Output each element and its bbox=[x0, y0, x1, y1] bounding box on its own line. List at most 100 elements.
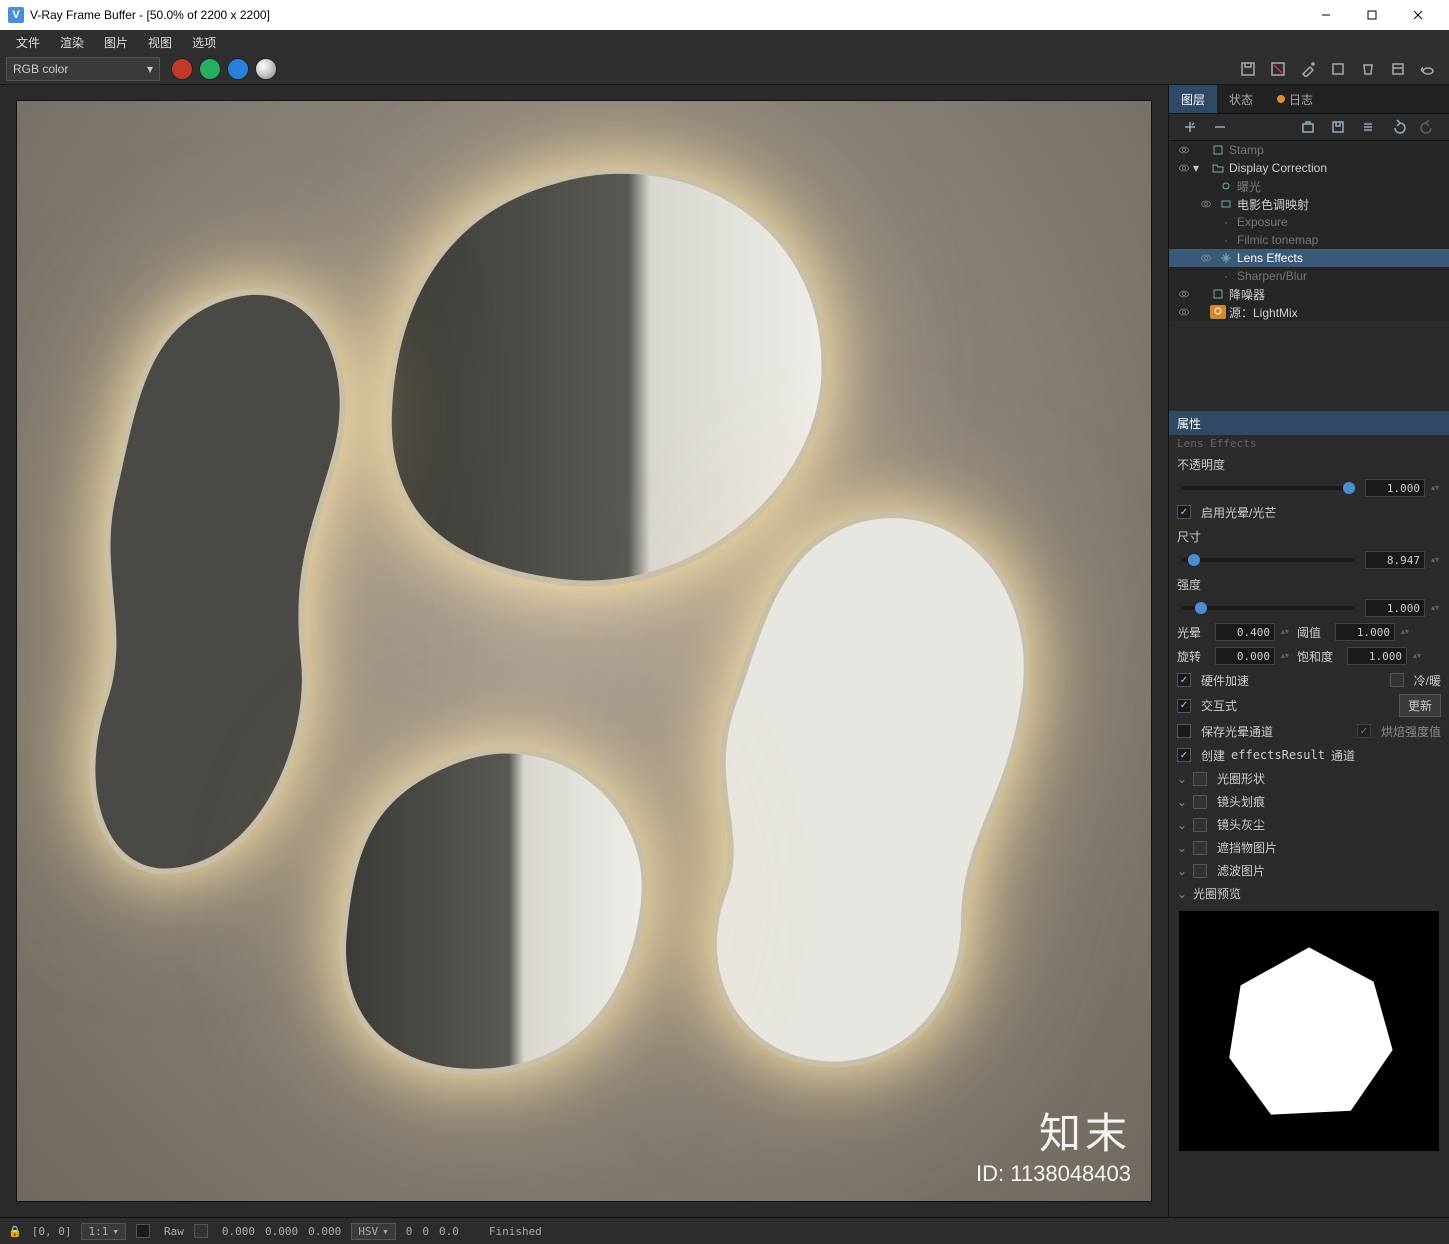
channel-green-button[interactable] bbox=[199, 58, 221, 80]
layer-lightmix[interactable]: 源：LightMix bbox=[1169, 303, 1449, 321]
lens-dust-checkbox[interactable] bbox=[1193, 818, 1207, 832]
eye-icon[interactable] bbox=[1197, 252, 1215, 264]
hw-accel-checkbox[interactable] bbox=[1177, 673, 1191, 687]
save-image-button[interactable] bbox=[1235, 58, 1261, 80]
intensity-value[interactable]: 1.000 bbox=[1365, 599, 1425, 617]
undo-button[interactable] bbox=[1385, 116, 1411, 138]
saturation-value[interactable]: 1.000 bbox=[1347, 647, 1407, 665]
eye-icon[interactable] bbox=[1175, 306, 1193, 318]
menu-file[interactable]: 文件 bbox=[6, 31, 50, 54]
render-viewport[interactable]: 知末 ID: 1138048403 bbox=[0, 85, 1168, 1217]
spinner-icon[interactable]: ▴▾ bbox=[1401, 628, 1411, 636]
spinner-icon[interactable]: ▴▾ bbox=[1431, 556, 1441, 564]
teapot-button[interactable] bbox=[1415, 58, 1441, 80]
spinner-icon[interactable]: ▴▾ bbox=[1431, 484, 1441, 492]
add-layer-button[interactable] bbox=[1177, 116, 1203, 138]
enable-glare-checkbox[interactable] bbox=[1177, 505, 1191, 519]
redo-button[interactable] bbox=[1415, 116, 1441, 138]
pick-color-button[interactable] bbox=[1295, 58, 1321, 80]
layer-film-color[interactable]: 电影色调映射 bbox=[1169, 195, 1449, 213]
update-button[interactable]: 更新 bbox=[1399, 694, 1441, 717]
tab-log[interactable]: 日志 bbox=[1265, 85, 1325, 113]
eye-icon[interactable] bbox=[1175, 144, 1193, 156]
iris-shape-checkbox[interactable] bbox=[1193, 772, 1207, 786]
side-tabs: 图层 状态 日志 bbox=[1169, 85, 1449, 114]
layer-filmic[interactable]: · Filmic tonemap bbox=[1169, 231, 1449, 249]
acc-lens-scratches[interactable]: ⌄镜头划痕 bbox=[1169, 790, 1449, 813]
cold-warm-checkbox[interactable] bbox=[1390, 673, 1404, 687]
acc-iris-preview[interactable]: ⌄光圈预览 bbox=[1169, 882, 1449, 905]
hw-row: 硬件加速 冷/暖 bbox=[1169, 668, 1449, 692]
tab-status[interactable]: 状态 bbox=[1217, 85, 1265, 113]
layer-exposure-en[interactable]: · Exposure bbox=[1169, 213, 1449, 231]
lock-icon[interactable]: 🔒 bbox=[8, 1225, 22, 1238]
glare-threshold-row: 光晕 0.400▴▾ 阈值 1.000▴▾ bbox=[1169, 620, 1449, 644]
layer-lens-effects[interactable]: Lens Effects bbox=[1169, 249, 1449, 267]
zoom-ratio-dropdown[interactable]: 1:1 ▾ bbox=[81, 1223, 126, 1240]
save-all-button[interactable] bbox=[1265, 58, 1291, 80]
spinner-icon[interactable]: ▴▾ bbox=[1413, 652, 1423, 660]
acc-obstacle-img[interactable]: ⌄遮挡物图片 bbox=[1169, 836, 1449, 859]
bake-intensity-checkbox[interactable] bbox=[1357, 724, 1371, 738]
glare-value[interactable]: 0.400 bbox=[1215, 623, 1275, 641]
delete-layer-button[interactable] bbox=[1207, 116, 1233, 138]
history-button[interactable] bbox=[1385, 58, 1411, 80]
raw-checkbox[interactable] bbox=[136, 1224, 150, 1238]
tab-layers[interactable]: 图层 bbox=[1169, 85, 1217, 113]
maximize-button[interactable] bbox=[1349, 0, 1395, 30]
spinner-icon[interactable]: ▴▾ bbox=[1431, 604, 1441, 612]
colorspace-value: HSV bbox=[358, 1225, 378, 1238]
channel-red-button[interactable] bbox=[171, 58, 193, 80]
filter-img-checkbox[interactable] bbox=[1193, 864, 1207, 878]
menu-options[interactable]: 选项 bbox=[182, 31, 226, 54]
region-render-button[interactable] bbox=[1325, 58, 1351, 80]
channel-blue-button[interactable] bbox=[227, 58, 249, 80]
bucket-button[interactable] bbox=[1355, 58, 1381, 80]
acc-label: 遮挡物图片 bbox=[1217, 839, 1277, 856]
save-preset-button[interactable] bbox=[1325, 116, 1351, 138]
menu-image[interactable]: 图片 bbox=[94, 31, 138, 54]
layer-label: Display Correction bbox=[1229, 161, 1327, 175]
render-status: Finished bbox=[489, 1225, 542, 1238]
rotation-value[interactable]: 0.000 bbox=[1215, 647, 1275, 665]
acc-lens-dust[interactable]: ⌄镜头灰尘 bbox=[1169, 813, 1449, 836]
size-slider[interactable] bbox=[1181, 558, 1355, 562]
channel-alpha-button[interactable] bbox=[255, 58, 277, 80]
spinner-icon[interactable]: ▴▾ bbox=[1281, 652, 1291, 660]
save-glare-checkbox[interactable] bbox=[1177, 724, 1191, 738]
acc-filter-img[interactable]: ⌄滤波图片 bbox=[1169, 859, 1449, 882]
opacity-value[interactable]: 1.000 bbox=[1365, 479, 1425, 497]
layer-display-correction[interactable]: ▾ Display Correction bbox=[1169, 159, 1449, 177]
create-channel-checkbox[interactable] bbox=[1177, 748, 1191, 762]
opacity-slider[interactable] bbox=[1181, 486, 1355, 490]
opacity-slider-row: 1.000 ▴▾ bbox=[1169, 476, 1449, 500]
obstacle-img-checkbox[interactable] bbox=[1193, 841, 1207, 855]
layer-exposure-cn[interactable]: 曝光 bbox=[1169, 177, 1449, 195]
menu-view[interactable]: 视图 bbox=[138, 31, 182, 54]
v-value: 0.0 bbox=[439, 1225, 459, 1238]
list-button[interactable] bbox=[1355, 116, 1381, 138]
eye-icon[interactable] bbox=[1197, 198, 1215, 210]
swatch-icon[interactable] bbox=[194, 1224, 208, 1238]
acc-iris-shape[interactable]: ⌄光圈形状 bbox=[1169, 767, 1449, 790]
size-value[interactable]: 8.947 bbox=[1365, 551, 1425, 569]
threshold-value[interactable]: 1.000 bbox=[1335, 623, 1395, 641]
layer-denoiser[interactable]: 降噪器 bbox=[1169, 285, 1449, 303]
size-label-row: 尺寸 bbox=[1169, 524, 1449, 548]
size-label: 尺寸 bbox=[1177, 528, 1201, 545]
eye-icon[interactable] bbox=[1175, 288, 1193, 300]
interactive-checkbox[interactable] bbox=[1177, 699, 1191, 713]
colorspace-dropdown[interactable]: HSV ▾ bbox=[351, 1223, 396, 1240]
channel-dropdown[interactable]: RGB color ▾ bbox=[6, 57, 160, 81]
spinner-icon[interactable]: ▴▾ bbox=[1281, 628, 1291, 636]
menu-render[interactable]: 渲染 bbox=[50, 31, 94, 54]
main-body: 知末 ID: 1138048403 图层 状态 日志 bbox=[0, 85, 1449, 1217]
intensity-slider[interactable] bbox=[1181, 606, 1355, 610]
layer-stamp[interactable]: Stamp bbox=[1169, 141, 1449, 159]
close-button[interactable] bbox=[1395, 0, 1441, 30]
minimize-button[interactable] bbox=[1303, 0, 1349, 30]
load-preset-button[interactable] bbox=[1295, 116, 1321, 138]
lens-scratches-checkbox[interactable] bbox=[1193, 795, 1207, 809]
eye-icon[interactable] bbox=[1175, 162, 1193, 174]
layer-sharpen[interactable]: · Sharpen/Blur bbox=[1169, 267, 1449, 285]
